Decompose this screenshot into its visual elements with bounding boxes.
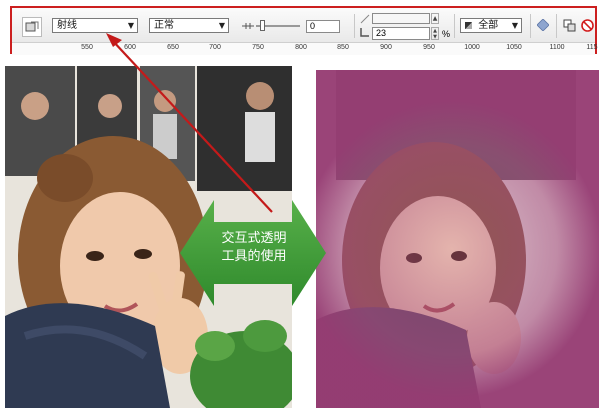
freeze-icon[interactable] bbox=[536, 18, 550, 32]
transparent-effect-photo bbox=[316, 70, 599, 408]
arrow-caption: 交互式透明 工具的使用 bbox=[194, 230, 314, 266]
midpoint-slider-icon bbox=[242, 22, 254, 30]
transparency-type-value: 射线 bbox=[57, 20, 77, 31]
slider-thumb[interactable] bbox=[260, 20, 265, 31]
clear-transparency-icon[interactable] bbox=[580, 18, 594, 32]
toolbar-row: 射线 ▼ 正常 ▼ 0 ▲ 23 ▲ ▼ % 全部 ▼ bbox=[12, 8, 595, 42]
ruler-tick: 1050 bbox=[506, 44, 522, 51]
chevron-down-icon: ▼ bbox=[218, 21, 225, 30]
apply-target-select[interactable]: 全部 ▼ bbox=[460, 18, 522, 33]
toolbar-divider bbox=[354, 14, 355, 38]
ruler-tick: 950 bbox=[423, 44, 435, 51]
ruler-tick: 900 bbox=[380, 44, 392, 51]
ruler-tick: 600 bbox=[124, 44, 136, 51]
angle-icon bbox=[360, 14, 370, 24]
spin-up-icon[interactable]: ▲ bbox=[431, 13, 439, 24]
chevron-down-icon: ▼ bbox=[511, 21, 518, 30]
angle-icon-2 bbox=[360, 27, 370, 37]
radial-transparency-overlay bbox=[316, 70, 599, 408]
ruler-tick: 1100 bbox=[549, 44, 565, 51]
copy-transparency-icon[interactable] bbox=[562, 18, 576, 32]
midpoint-slider[interactable] bbox=[256, 20, 300, 31]
transparency-type-select[interactable]: 射线 ▼ bbox=[52, 18, 138, 33]
property-toolbar: 射线 ▼ 正常 ▼ 0 ▲ 23 ▲ ▼ % 全部 ▼ 550 600 650 … bbox=[10, 6, 598, 55]
ruler-tick: 700 bbox=[209, 44, 221, 51]
angle-input[interactable]: 23 bbox=[372, 27, 430, 40]
merge-mode-value: 正常 bbox=[154, 20, 174, 31]
edge-pad-input[interactable]: 0 bbox=[306, 20, 340, 33]
toolbar-divider bbox=[556, 14, 557, 38]
chevron-down-icon: ▼ bbox=[127, 21, 134, 30]
ruler-tick: 850 bbox=[337, 44, 349, 51]
toolbar-divider bbox=[530, 14, 531, 38]
caption-line-1: 交互式透明 bbox=[221, 231, 287, 246]
apply-target-value: 全部 bbox=[478, 20, 499, 31]
edge-pad-value: 0 bbox=[310, 21, 316, 31]
horizontal-ruler: 550 600 650 700 750 800 850 900 950 1000… bbox=[12, 42, 598, 55]
ruler-tick: 1000 bbox=[464, 44, 480, 51]
merge-mode-select[interactable]: 正常 ▼ bbox=[149, 18, 229, 33]
top-spin-input[interactable] bbox=[372, 13, 430, 24]
ruler-tick: 550 bbox=[81, 44, 93, 51]
transparency-tool-icon[interactable] bbox=[22, 17, 42, 37]
layers-icon bbox=[465, 22, 472, 29]
ruler-tick: 115 bbox=[586, 44, 598, 51]
ruler-tick: 750 bbox=[252, 44, 264, 51]
angle-value: 23 bbox=[376, 28, 387, 38]
spin-updown-icon[interactable]: ▲ ▼ bbox=[431, 27, 439, 40]
ruler-tick: 800 bbox=[295, 44, 307, 51]
caption-line-2: 工具的使用 bbox=[221, 249, 287, 264]
percent-label: % bbox=[442, 29, 451, 39]
toolbar-divider bbox=[454, 14, 455, 38]
ruler-tick: 650 bbox=[167, 44, 179, 51]
